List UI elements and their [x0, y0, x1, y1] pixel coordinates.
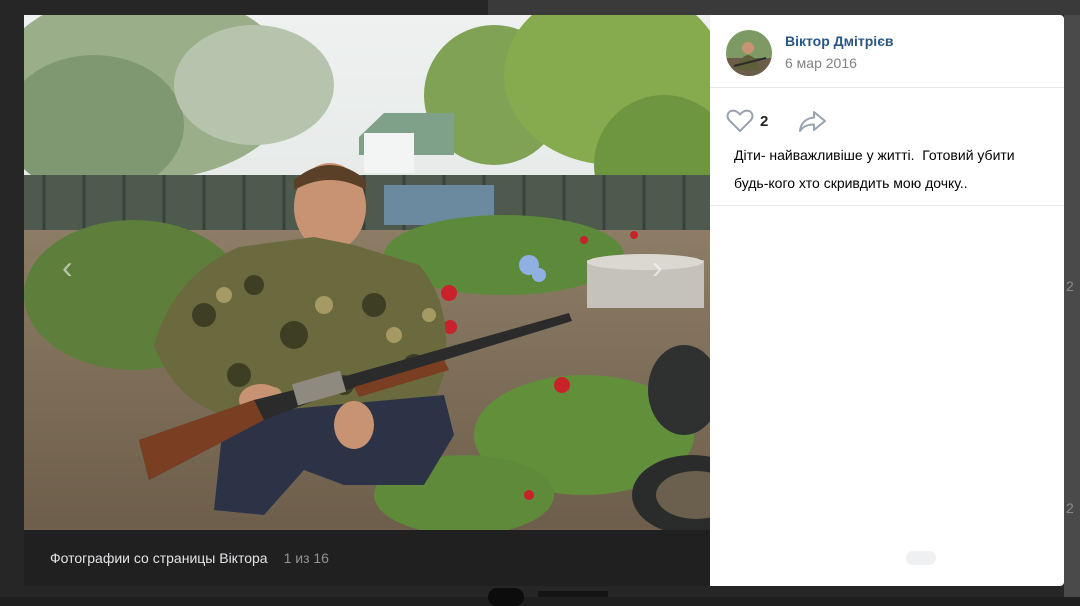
- photo-image: [24, 15, 710, 530]
- photo[interactable]: [24, 15, 710, 530]
- avatar-image: [726, 30, 772, 76]
- post-text: Діти- найважливіше у житті. Готовий убит…: [734, 147, 1019, 191]
- previous-photo-arrow-icon[interactable]: ‹: [62, 251, 73, 283]
- author-avatar[interactable]: [726, 30, 772, 76]
- post-sidebar: Віктор Дмітрієв 6 мар 2016 2 Діти- найва…: [710, 15, 1064, 586]
- post-actions: 2: [726, 108, 828, 134]
- post-date[interactable]: 6 мар 2016: [785, 55, 857, 71]
- heart-outline-icon: [726, 109, 754, 132]
- album-title-link[interactable]: Фотографии со страницы Віктора: [50, 550, 268, 566]
- comment-placeholder-icon: [906, 551, 936, 565]
- background-feed-thumbnails: [488, 0, 1080, 15]
- background-avatar: [488, 588, 524, 606]
- background-feed-item: [488, 588, 618, 606]
- next-photo-arrow-icon[interactable]: ›: [652, 251, 663, 283]
- divider: [710, 205, 1064, 206]
- photo-caption-bar: Фотографии со страницы Віктора 1 из 16: [24, 530, 710, 586]
- background-text: [538, 591, 608, 597]
- author-name-link[interactable]: Віктор Дмітрієв: [785, 33, 894, 49]
- photo-viewer: ‹ › Фотографии со страницы Віктора 1 из …: [24, 15, 710, 586]
- share-button[interactable]: [798, 109, 828, 133]
- background-count: 2: [1066, 278, 1074, 294]
- like-button[interactable]: 2: [726, 109, 768, 133]
- share-arrow-icon: [799, 111, 827, 132]
- photo-counter: 1 из 16: [283, 550, 329, 566]
- background-count: 2: [1066, 500, 1074, 516]
- author-header: Віктор Дмітрієв 6 мар 2016: [710, 15, 1064, 88]
- like-count: 2: [760, 112, 769, 130]
